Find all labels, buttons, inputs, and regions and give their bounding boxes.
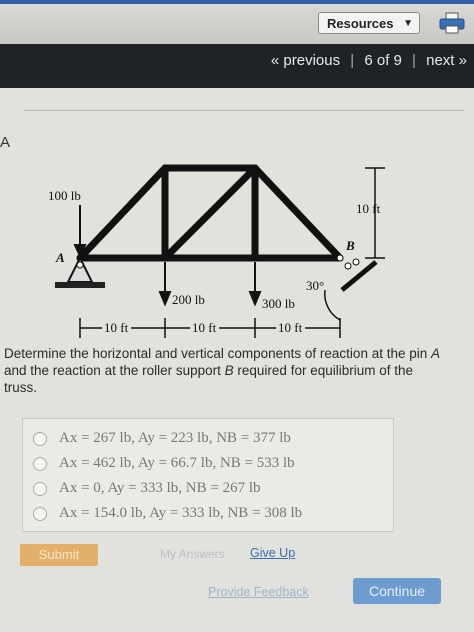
load-2-label: 300 lb bbox=[262, 296, 295, 311]
span-2-label: 10 ft bbox=[192, 320, 217, 335]
roller-b-label: B bbox=[345, 238, 355, 253]
load-a-label: 100 lb bbox=[48, 188, 81, 203]
choice-4[interactable]: Ax = 154.0 lb, Ay = 333 lb, NB = 308 lb bbox=[33, 502, 383, 524]
top-edge bbox=[0, 0, 474, 4]
next-link[interactable]: next » bbox=[426, 52, 467, 69]
truss-diagram: 100 lb 10 ft A B 30° 200 lb 300 lb 10 ft… bbox=[48, 164, 385, 338]
question-roller: B bbox=[224, 363, 234, 378]
choice-text: Ax = 0, Ay = 333 lb, NB = 267 lb bbox=[59, 480, 261, 496]
choice-3[interactable]: Ax = 0, Ay = 333 lb, NB = 267 lb bbox=[33, 477, 383, 499]
span-3-label: 10 ft bbox=[278, 320, 303, 335]
question-pin: A bbox=[431, 346, 441, 361]
truss-members bbox=[76, 164, 344, 262]
divider bbox=[24, 110, 464, 111]
pin-a-label: A bbox=[55, 250, 65, 265]
give-up-link[interactable]: Give Up bbox=[250, 546, 295, 560]
question-part: and the reaction at the roller support bbox=[4, 363, 225, 378]
load-1-label: 200 lb bbox=[172, 292, 205, 307]
radio-button[interactable] bbox=[33, 432, 47, 446]
my-answers-link[interactable]: My Answers bbox=[160, 547, 225, 561]
pagination: « previous | 6 of 9 | next » bbox=[268, 52, 470, 69]
choice-text: Ax = 267 lb, Ay = 223 lb, NB = 377 lb bbox=[59, 430, 291, 446]
separator: | bbox=[350, 52, 355, 69]
separator: | bbox=[412, 52, 416, 69]
answer-choices: Ax = 267 lb, Ay = 223 lb, NB = 377 lb Ax… bbox=[22, 418, 394, 532]
choice-2[interactable]: Ax = 462 lb, Ay = 66.7 lb, NB = 533 lb bbox=[33, 452, 383, 474]
span-1-label: 10 ft bbox=[104, 320, 129, 335]
question-part: Determine the horizontal and vertical co… bbox=[4, 346, 431, 361]
question-text: Determine the horizontal and vertical co… bbox=[4, 345, 444, 396]
continue-button[interactable]: Continue bbox=[353, 578, 441, 604]
choice-1[interactable]: Ax = 267 lb, Ay = 223 lb, NB = 377 lb bbox=[33, 427, 383, 449]
radio-button[interactable] bbox=[33, 457, 47, 471]
previous-link[interactable]: « previous bbox=[271, 52, 340, 69]
page-position: 6 of 9 bbox=[364, 52, 402, 69]
resources-dropdown[interactable]: Resources ▼ bbox=[318, 12, 420, 34]
printer-icon[interactable] bbox=[438, 12, 466, 34]
provide-feedback-link[interactable]: Provide Feedback bbox=[208, 585, 309, 599]
submit-button[interactable]: Submit bbox=[20, 544, 98, 566]
chevron-down-icon: ▼ bbox=[403, 18, 413, 29]
radio-button[interactable] bbox=[33, 482, 47, 496]
choice-text: Ax = 462 lb, Ay = 66.7 lb, NB = 533 lb bbox=[59, 455, 295, 471]
radio-button[interactable] bbox=[33, 507, 47, 521]
height-dimension-label: 10 ft bbox=[356, 201, 381, 216]
roller-support-icon bbox=[336, 254, 378, 292]
choice-text: Ax = 154.0 lb, Ay = 333 lb, NB = 308 lb bbox=[59, 505, 303, 521]
resources-label: Resources bbox=[327, 16, 394, 31]
part-label: A bbox=[0, 134, 11, 151]
angle-label: 30° bbox=[306, 278, 324, 293]
